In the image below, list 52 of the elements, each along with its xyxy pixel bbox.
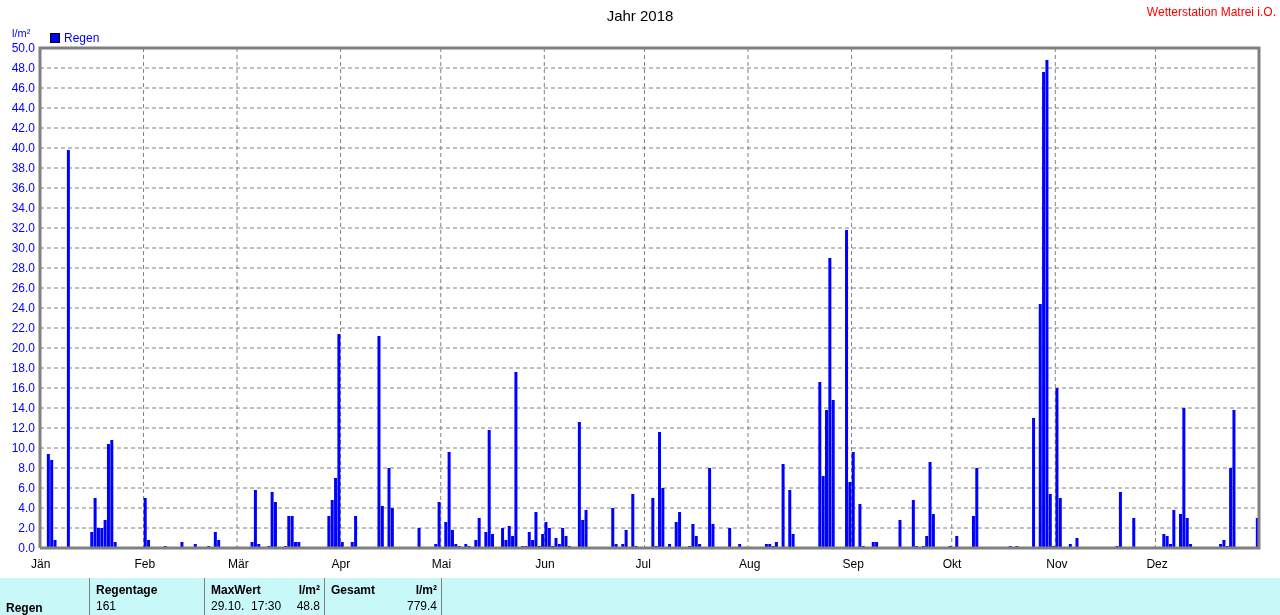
y-tick-label: 10.0 — [11, 441, 35, 455]
y-tick-label: 22.0 — [11, 321, 35, 335]
month-label: Jul — [635, 557, 651, 571]
y-tick-label: 16.0 — [11, 381, 35, 395]
month-label: Nov — [1046, 557, 1068, 571]
y-tick-label: 20.0 — [11, 341, 35, 355]
y-tick-label: 8.0 — [18, 461, 35, 475]
column-heading: Regentage — [96, 583, 158, 597]
y-tick-label: 18.0 — [11, 361, 35, 375]
y-tick-label: 12.0 — [11, 421, 35, 435]
y-tick-label: 14.0 — [11, 401, 35, 415]
summary-value: 161 — [96, 599, 117, 613]
y-tick-label: 40.0 — [11, 141, 35, 155]
unit-label: l/m² — [415, 583, 437, 597]
y-tick-label: 36.0 — [11, 181, 35, 195]
y-tick-label: 0.0 — [18, 541, 35, 555]
y-tick-label: 6.0 — [18, 481, 35, 495]
y-tick-label: 30.0 — [11, 241, 35, 255]
month-label: Okt — [942, 557, 962, 571]
month-label: Feb — [134, 557, 156, 571]
summary-value: 48.8 — [296, 599, 320, 613]
month-label: Jän — [31, 557, 51, 571]
y-tick-label: 28.0 — [11, 261, 35, 275]
y-tick-label: 46.0 — [11, 81, 35, 95]
y-axis-unit: l/m² — [12, 27, 31, 39]
chart-title: Jahr 2018 — [606, 7, 674, 25]
row-label: Regen — [6, 601, 44, 615]
y-tick-label: 44.0 — [11, 101, 35, 115]
y-tick-label: 50.0 — [11, 41, 35, 55]
y-tick-label: 42.0 — [11, 121, 35, 135]
month-label: Dez — [1146, 557, 1168, 571]
column-heading: MaxWert — [211, 583, 261, 597]
y-tick-label: 48.0 — [11, 61, 35, 75]
y-tick-label: 24.0 — [11, 301, 35, 315]
summary-value: 779.4 — [406, 599, 437, 613]
unit-label: l/m² — [298, 583, 320, 597]
month-label: Mai — [431, 557, 452, 571]
y-tick-label: 26.0 — [11, 281, 35, 295]
month-label: Mär — [228, 557, 249, 571]
station-name: Wetterstation Matrei i.O. — [1146, 5, 1276, 19]
month-label: Apr — [331, 557, 351, 571]
month-label: Jun — [535, 557, 555, 571]
month-label: Sep — [842, 557, 864, 571]
y-tick-label: 38.0 — [11, 161, 35, 175]
y-tick-label: 2.0 — [18, 521, 35, 535]
y-tick-label: 34.0 — [11, 201, 35, 215]
legend-label: Regen — [64, 31, 100, 45]
month-label: Aug — [739, 557, 761, 571]
date-time: 29.10. 17:30 — [211, 599, 282, 613]
column-heading: Gesamt — [331, 583, 376, 597]
y-tick-label: 32.0 — [11, 221, 35, 235]
y-tick-label: 4.0 — [18, 501, 35, 515]
